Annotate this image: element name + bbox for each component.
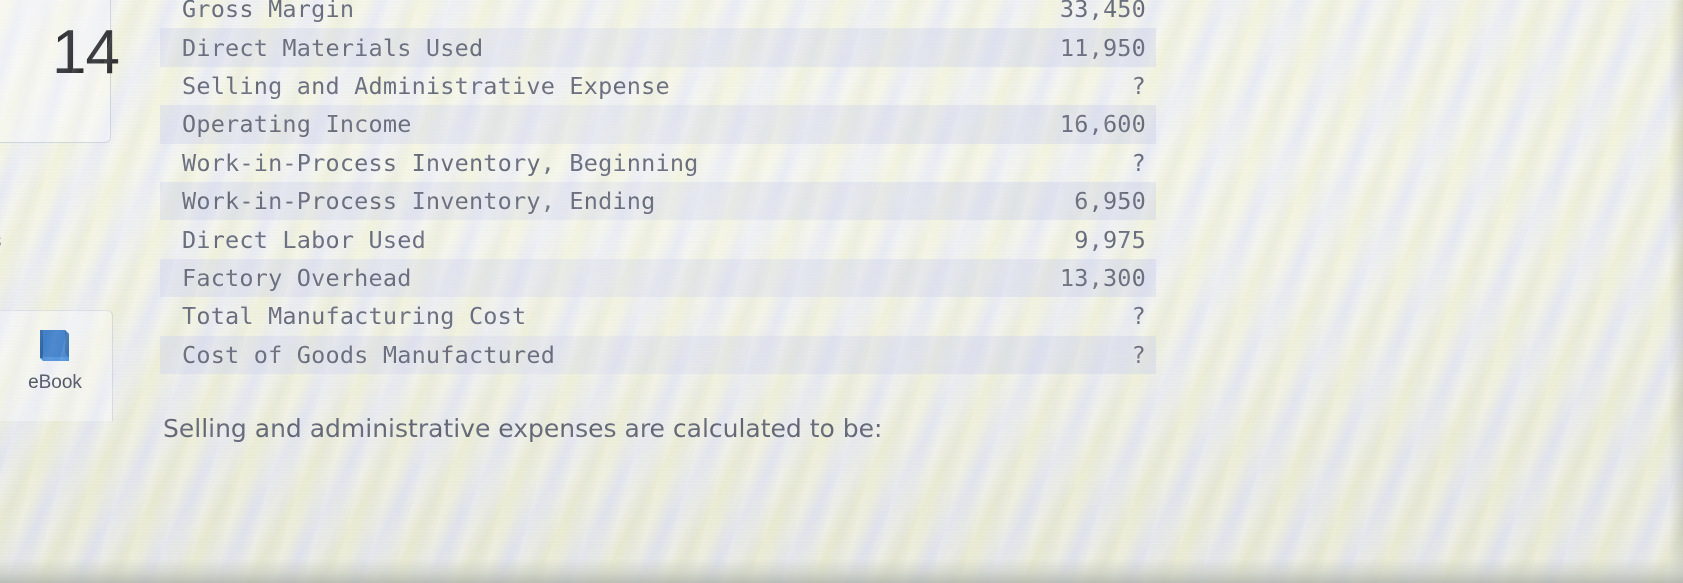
ebook-button[interactable]: eBook: [0, 326, 110, 394]
row-value: 9,975: [1074, 225, 1146, 254]
book-icon: [35, 326, 75, 366]
row-value: 16,600: [1059, 110, 1146, 139]
row-value: ?: [1131, 340, 1146, 369]
row-label: Work-in-Process Inventory, Ending: [182, 187, 656, 216]
table-row: Operating Income 16,600: [160, 105, 1156, 144]
ebook-label: eBook: [28, 372, 82, 393]
points-label: ts: [0, 230, 2, 253]
screenshot-viewport: 14 ts eBook Gross Margin 33,450 Direct M…: [0, 0, 1683, 583]
table-row: Direct Materials Used 11,950: [160, 28, 1156, 67]
table-row: Work-in-Process Inventory, Beginning ?: [160, 144, 1156, 182]
left-rail: 14 ts eBook: [0, 0, 160, 583]
row-label: Operating Income: [182, 110, 412, 139]
table-row: Factory Overhead 13,300: [160, 258, 1156, 298]
row-value: ?: [1131, 148, 1146, 177]
row-label: Factory Overhead: [182, 263, 412, 292]
row-label: Direct Materials Used: [182, 33, 484, 62]
table-row: Gross Margin 33,450: [160, 0, 1156, 28]
row-label: Selling and Administrative Expense: [182, 71, 670, 100]
table-row: Total Manufacturing Cost ?: [160, 297, 1156, 335]
table-row: Cost of Goods Manufactured ?: [160, 335, 1156, 374]
row-label: Work-in-Process Inventory, Beginning: [182, 148, 699, 177]
question-prompt: Selling and administrative expenses are …: [163, 414, 883, 443]
row-value: 13,300: [1059, 263, 1146, 292]
row-value: ?: [1131, 302, 1146, 331]
financial-data-table: Gross Margin 33,450 Direct Materials Use…: [160, 0, 1156, 374]
row-label: Cost of Goods Manufactured: [182, 340, 556, 369]
row-value: 33,450: [1059, 0, 1146, 24]
table-row: Selling and Administrative Expense ?: [160, 67, 1156, 105]
row-label: Gross Margin: [182, 0, 355, 24]
row-value: ?: [1131, 71, 1146, 100]
row-label: Total Manufacturing Cost: [182, 302, 527, 331]
screen-right-edge: [1669, 0, 1683, 583]
row-label: Direct Labor Used: [182, 225, 426, 254]
table-row: Direct Labor Used 9,975: [160, 220, 1156, 258]
row-value: 6,950: [1074, 187, 1146, 216]
table-row: Work-in-Process Inventory, Ending 6,950: [160, 181, 1156, 221]
question-number: 14: [52, 18, 120, 87]
screen-bottom-bezel: [0, 559, 1683, 583]
row-value: 11,950: [1059, 33, 1146, 62]
